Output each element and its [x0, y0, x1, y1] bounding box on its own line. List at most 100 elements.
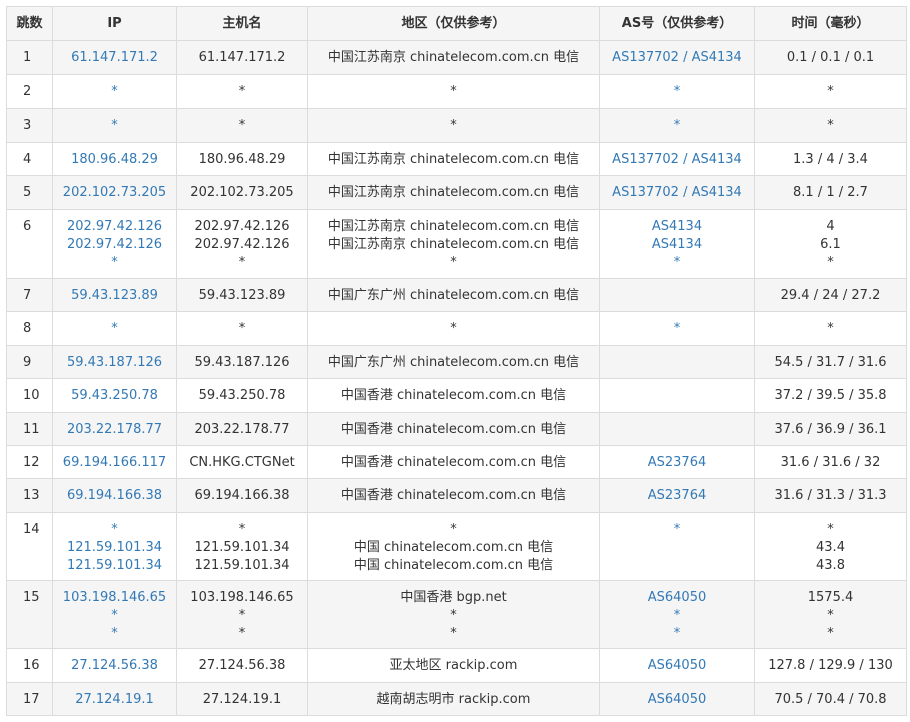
as-link-line[interactable]: AS137702 / AS4134: [600, 184, 754, 202]
region-cell-line: 越南胡志明市 rackip.com: [376, 692, 531, 707]
hop-number: 6: [6, 209, 53, 279]
hostname-cell-line: 202.102.73.205: [190, 185, 294, 200]
ip-link: 69.194.166.38: [52, 478, 177, 513]
ip-link-line[interactable]: 202.102.73.205: [53, 184, 176, 202]
region-cell: *: [307, 311, 600, 346]
ip-link-line: *: [111, 626, 118, 641]
as-link: *: [599, 108, 755, 143]
ip-link: 59.43.250.78: [52, 378, 177, 413]
table-row: 8 * * * * *: [6, 311, 907, 346]
region-cell-line: 中国香港 chinatelecom.com.cn 电信: [340, 422, 567, 437]
ip-link-line[interactable]: 59.43.187.126: [53, 354, 176, 372]
region-cell-line: *: [450, 626, 457, 641]
as-link: [599, 412, 755, 446]
region-cell: 中国广东广州 chinatelecom.com.cn 电信: [307, 345, 600, 379]
time-cell: 31.6 / 31.3 / 31.3: [754, 478, 907, 513]
hop-number: 11: [6, 412, 53, 446]
as-link-line[interactable]: AS4134: [600, 236, 754, 254]
time-cell-line: 43.8: [816, 558, 845, 573]
region-cell-line: 中国江苏南京 chinatelecom.com.cn 电信: [327, 50, 580, 65]
ip-link: 27.124.56.38: [52, 648, 177, 683]
as-link-line[interactable]: AS23764: [600, 454, 754, 472]
time-cell: 127.8 / 129.9 / 130: [754, 648, 907, 683]
table-row: 15 103.198.146.65 * * 103.198.146.65 * * 中国香港 b…: [6, 580, 907, 649]
ip-link-line[interactable]: 121.59.101.34: [53, 557, 176, 575]
time-cell-line: *: [827, 608, 834, 623]
time-cell-line: *: [827, 84, 834, 99]
hostname-cell-line: 59.43.187.126: [194, 355, 290, 370]
table-row: 17 27.124.19.1 27.124.19.1 越南胡志明市 rackip.co…: [6, 682, 907, 716]
table-body: 1 61.147.171.2 61.147.171.2 中国江苏南京 chinatel…: [6, 40, 907, 716]
as-link-line[interactable]: AS64050: [600, 691, 754, 709]
hostname-cell-line: 69.194.166.38: [194, 488, 290, 503]
as-link: [599, 378, 755, 413]
ip-link-line[interactable]: 103.198.146.65: [53, 589, 176, 607]
region-cell: * 中国 chinatelecom.com.cn 电信 中国 chinateleco…: [307, 512, 600, 581]
hop-number: 13: [6, 478, 53, 513]
as-link-line[interactable]: AS23764: [600, 487, 754, 505]
ip-link-line[interactable]: 121.59.101.34: [53, 539, 176, 557]
table-row: 2 * * * * *: [6, 74, 907, 109]
ip-link-line[interactable]: 61.147.171.2: [53, 49, 176, 67]
hostname-cell-line: 61.147.171.2: [198, 50, 286, 65]
region-cell: 中国香港 chinatelecom.com.cn 电信: [307, 478, 600, 513]
region-cell-line: 中国香港 chinatelecom.com.cn 电信: [340, 455, 567, 470]
ip-link: 69.194.166.117: [52, 445, 177, 479]
table-row: 6 202.97.42.126 202.97.42.126 * 202.97.42.12…: [6, 209, 907, 279]
ip-link-line[interactable]: 27.124.19.1: [53, 691, 176, 709]
table-row: 5 202.102.73.205 202.102.73.205 中国江苏南京 chin…: [6, 175, 907, 210]
as-link-line[interactable]: AS64050: [600, 589, 754, 607]
as-link-line[interactable]: AS137702 / AS4134: [600, 151, 754, 169]
as-link-line[interactable]: AS64050: [600, 657, 754, 675]
hop-number: 10: [6, 378, 53, 413]
hostname-cell-line: *: [238, 626, 246, 641]
region-cell: *: [307, 108, 600, 143]
hostname-cell-line: CN.HKG.CTGNet: [189, 455, 295, 470]
ip-link: *: [52, 108, 177, 143]
hostname-cell-line: *: [238, 118, 246, 133]
ip-link-line[interactable]: 180.96.48.29: [53, 151, 176, 169]
time-cell: 0.1 / 0.1 / 0.1: [754, 40, 907, 75]
table-row: 14 * 121.59.101.34 121.59.101.34 * 121.59.101…: [6, 512, 907, 581]
region-cell-line: 中国香港 chinatelecom.com.cn 电信: [340, 488, 567, 503]
ip-link-line[interactable]: 202.97.42.126: [53, 236, 176, 254]
region-cell: *: [307, 74, 600, 109]
region-cell-line: 中国江苏南京 chinatelecom.com.cn 电信: [327, 237, 580, 252]
ip-link: 202.102.73.205: [52, 175, 177, 210]
ip-link: 59.43.123.89: [52, 278, 177, 312]
as-link: [599, 345, 755, 379]
traceroute-table: 跳数 IP 主机名 地区（仅供参考） AS号（仅供参考） 时间（毫秒） 1 61.…: [6, 6, 907, 716]
hop-number: 9: [6, 345, 53, 379]
ip-link-line[interactable]: 69.194.166.117: [53, 454, 176, 472]
as-link-line: *: [673, 84, 681, 99]
ip-link-line[interactable]: 203.22.178.77: [53, 421, 176, 439]
as-link-line[interactable]: AS4134: [600, 218, 754, 236]
ip-link: 61.147.171.2: [52, 40, 177, 75]
ip-link-line[interactable]: 202.97.42.126: [53, 218, 176, 236]
ip-link-line[interactable]: 59.43.250.78: [53, 387, 176, 405]
time-cell-line: 37.2 / 39.5 / 35.8: [774, 388, 887, 403]
as-link-line[interactable]: AS137702 / AS4134: [600, 49, 754, 67]
hop-number: 16: [6, 648, 53, 683]
hop-number: 2: [6, 74, 53, 109]
as-link: AS23764: [599, 445, 755, 479]
ip-link-line[interactable]: 69.194.166.38: [53, 487, 176, 505]
hostname-cell-line: *: [238, 608, 246, 623]
time-cell-line: 43.4: [816, 540, 845, 555]
time-cell-line: *: [827, 626, 834, 641]
time-cell-line: 6.1: [820, 237, 841, 252]
ip-link-line[interactable]: 59.43.123.89: [53, 287, 176, 305]
hostname-cell-line: 121.59.101.34: [194, 558, 290, 573]
as-link-line: *: [673, 321, 681, 336]
ip-link-line: *: [111, 608, 118, 623]
header-as-number: AS号（仅供参考）: [599, 6, 755, 41]
hostname-cell: 61.147.171.2: [176, 40, 308, 75]
time-cell: 31.6 / 31.6 / 32: [754, 445, 907, 479]
time-cell: 1.3 / 4 / 3.4: [754, 142, 907, 176]
hostname-cell-line: 203.22.178.77: [194, 422, 290, 437]
hostname-cell-line: 121.59.101.34: [194, 540, 290, 555]
ip-link: 202.97.42.126 202.97.42.126 *: [52, 209, 177, 279]
time-cell: *: [754, 74, 907, 109]
table-row: 3 * * * * *: [6, 108, 907, 143]
ip-link-line[interactable]: 27.124.56.38: [53, 657, 176, 675]
